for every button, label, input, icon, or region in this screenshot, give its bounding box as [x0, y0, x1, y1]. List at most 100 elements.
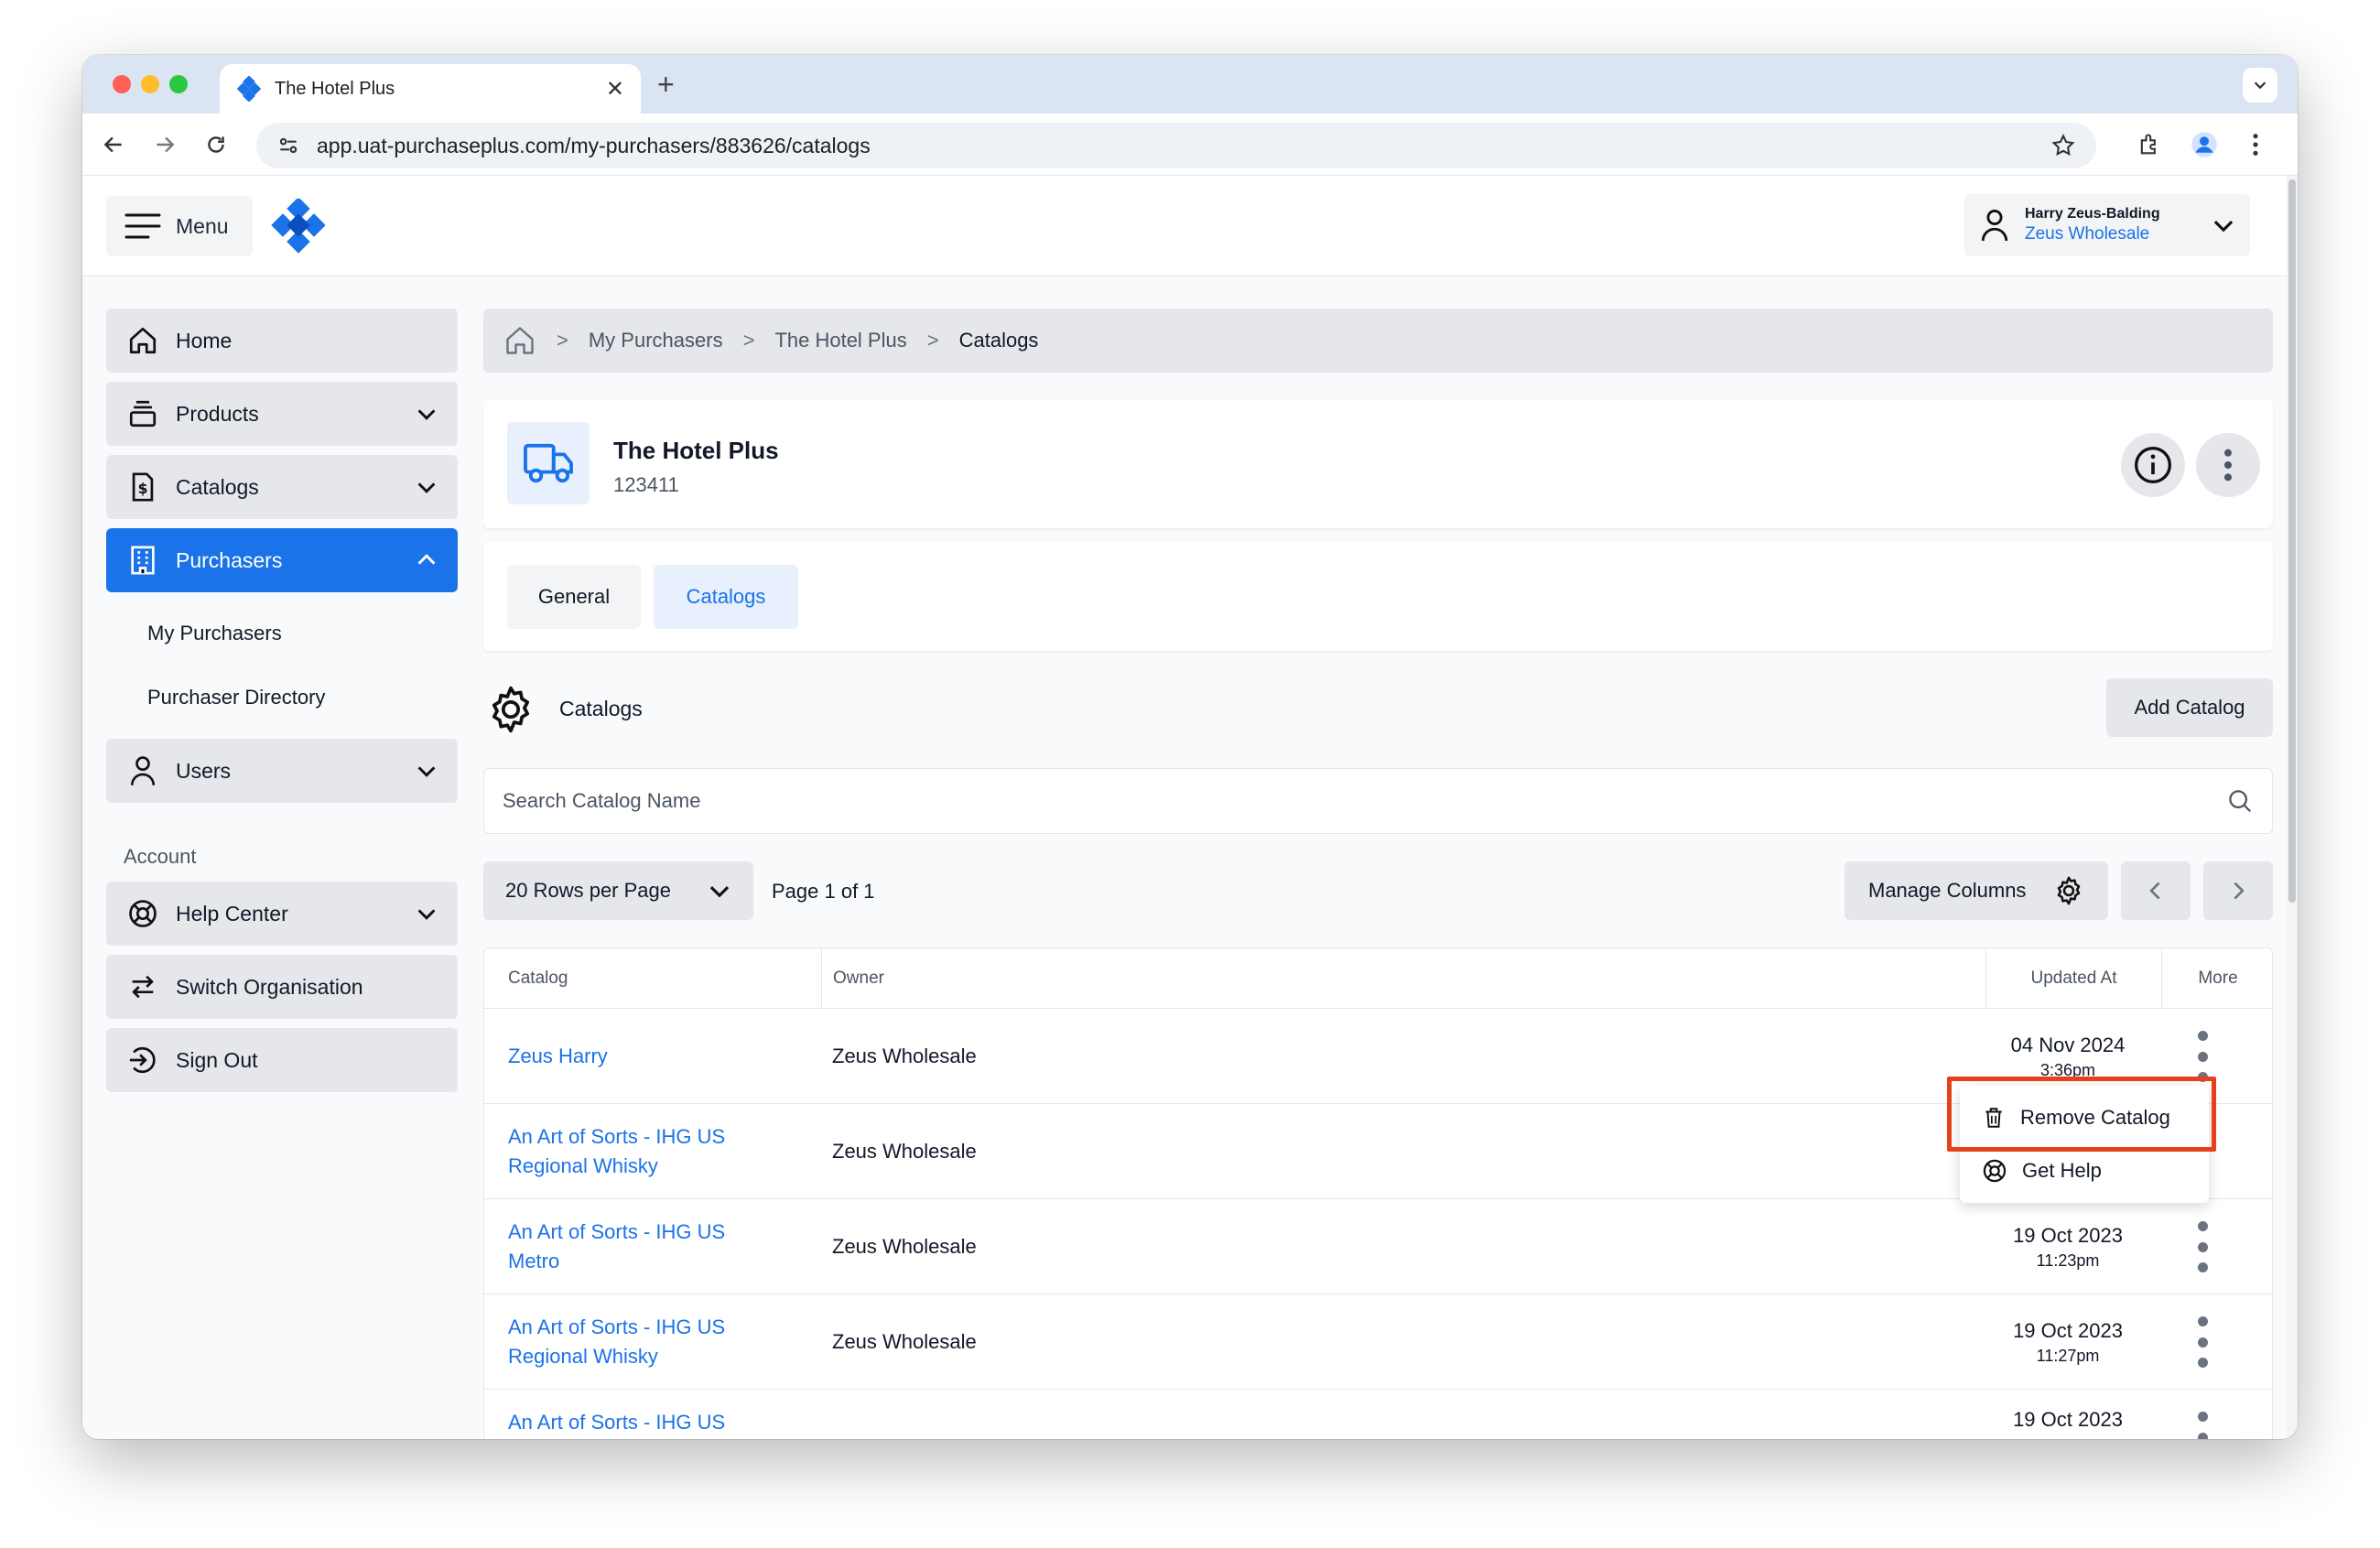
updated-time: 3:36pm	[2039, 1060, 2096, 1079]
site-settings-icon[interactable]	[276, 134, 300, 157]
new-tab-icon[interactable]: +	[657, 68, 675, 102]
row-more-icon[interactable]	[2189, 1221, 2216, 1272]
tab-catalogs[interactable]: Catalogs	[654, 565, 798, 629]
column-header-catalog[interactable]: Catalog	[508, 948, 568, 1009]
gear-icon	[2057, 876, 2081, 905]
extensions-icon[interactable]	[2135, 130, 2164, 159]
get-help-menu-item[interactable]: Get Help	[1960, 1144, 2209, 1197]
sidebar-item-sign-out[interactable]: Sign Out	[106, 1028, 458, 1092]
back-icon[interactable]	[99, 130, 128, 159]
column-header-owner[interactable]: Owner	[821, 948, 884, 1009]
rows-per-page-select[interactable]: 20 Rows per Page	[483, 861, 753, 920]
manage-columns-button[interactable]: Manage Columns	[1844, 861, 2108, 920]
page-scrollbar[interactable]	[2287, 176, 2298, 1439]
user-icon	[130, 756, 156, 785]
profile-avatar-icon[interactable]	[2190, 130, 2219, 159]
sidebar-item-help-center[interactable]: Help Center	[106, 882, 458, 946]
sidebar-subitem-purchaser-directory[interactable]: Purchaser Directory	[106, 666, 458, 730]
user-organisation: Zeus Wholesale	[2025, 224, 2150, 244]
home-icon[interactable]	[503, 324, 536, 357]
supplier-code: 123411	[613, 473, 679, 496]
chevron-right-icon: >	[557, 329, 568, 352]
sidebar-item-label: Sign Out	[176, 1047, 258, 1072]
tab-close-icon[interactable]: ✕	[606, 76, 624, 103]
row-more-icon[interactable]	[2189, 1031, 2216, 1082]
updated-date: 04 Nov 2024	[2010, 1033, 2126, 1056]
sidebar-item-home[interactable]: Home	[106, 309, 458, 373]
maximize-window-button[interactable]	[169, 75, 188, 93]
remove-catalog-menu-item[interactable]: Remove Catalog	[1960, 1091, 2209, 1144]
updated-date: 19 Oct 2023	[2013, 1408, 2123, 1431]
updated-at-cell: 19 Oct 2023 11:27pm	[1985, 1294, 2150, 1390]
user-name: Harry Zeus-Balding	[2025, 206, 2160, 222]
section-title: Catalogs	[559, 697, 643, 720]
bookmark-star-icon[interactable]	[2050, 133, 2076, 158]
browser-window: The Hotel Plus ✕ + app.uat-purchaseplus.…	[82, 55, 2298, 1439]
updated-at-cell: 19 Oct 2023 11:23pm	[1985, 1199, 2150, 1294]
column-header-more: More	[2161, 948, 2272, 1009]
sidebar-item-label: Home	[176, 328, 233, 352]
catalog-link[interactable]: An Art of Sorts - IHG US	[508, 1390, 774, 1439]
updated-time: 11:23pm	[2036, 1250, 2100, 1270]
chevron-down-icon	[417, 766, 436, 777]
user-menu-button[interactable]: Harry Zeus-Balding Zeus Wholesale	[1964, 194, 2250, 256]
menu-label: Menu	[176, 213, 229, 238]
tab-strip: The Hotel Plus ✕ +	[82, 55, 2298, 114]
reload-icon[interactable]	[201, 130, 231, 159]
tab-general[interactable]: General	[507, 565, 641, 629]
row-more-icon[interactable]	[2189, 1412, 2216, 1439]
browser-menu-icon[interactable]	[2241, 130, 2270, 159]
chevron-down-icon	[2254, 81, 2266, 90]
sidebar-item-label: Switch Organisation	[176, 974, 363, 999]
sidebar-item-purchasers[interactable]: Purchasers	[106, 528, 458, 592]
truck-icon	[524, 443, 573, 483]
updated-at-cell: 19 Oct 2023	[1985, 1390, 2150, 1439]
forward-icon[interactable]	[150, 130, 179, 159]
info-icon	[2135, 447, 2171, 483]
catalog-link[interactable]: An Art of Sorts - IHG US Regional Whisky	[508, 1104, 774, 1199]
close-window-button[interactable]	[113, 75, 131, 93]
browser-tab[interactable]: The Hotel Plus ✕	[220, 64, 641, 114]
breadcrumb-my-purchasers[interactable]: My Purchasers	[589, 329, 723, 352]
supplier-name: The Hotel Plus	[613, 437, 779, 464]
tab-search-button[interactable]	[2243, 68, 2277, 103]
sidebar-item-catalogs[interactable]: $ Catalogs	[106, 455, 458, 519]
app-content: Menu Harry Zeus-Balding Zeus Wholesale H…	[82, 176, 2287, 1439]
minimize-window-button[interactable]	[141, 75, 159, 93]
previous-page-button[interactable]	[2121, 861, 2191, 920]
sidebar-item-switch-organisation[interactable]: Switch Organisation	[106, 955, 458, 1019]
table-row: An Art of Sorts - IHG US Regional Whisky…	[484, 1294, 2272, 1390]
home-icon	[129, 327, 157, 354]
info-button[interactable]	[2121, 433, 2185, 497]
remove-catalog-label: Remove Catalog	[2020, 1106, 2170, 1129]
search-icon[interactable]	[2226, 787, 2254, 815]
chevron-down-icon	[2213, 220, 2234, 233]
purchaseplus-logo-icon[interactable]	[270, 199, 325, 254]
sidebar-item-users[interactable]: Users	[106, 739, 458, 803]
catalogs-section-header: Catalogs Add Catalog	[483, 677, 2273, 741]
app-header: Menu Harry Zeus-Balding Zeus Wholesale	[82, 176, 2287, 276]
sidebar: Home Products $ Catalogs Purchasers My P…	[106, 309, 458, 1101]
address-bar[interactable]: app.uat-purchaseplus.com/my-purchasers/8…	[256, 123, 2096, 168]
catalog-link[interactable]: Zeus Harry	[508, 1009, 774, 1104]
favicon-icon	[236, 76, 262, 102]
catalog-link[interactable]: An Art of Sorts - IHG US Regional Whisky	[508, 1294, 774, 1390]
sidebar-item-label: Purchasers	[176, 547, 283, 572]
chevron-down-icon	[417, 482, 436, 493]
menu-button[interactable]: Menu	[106, 196, 253, 256]
sidebar-item-products[interactable]: Products	[106, 382, 458, 446]
add-catalog-button[interactable]: Add Catalog	[2106, 678, 2273, 737]
sidebar-subitem-my-purchasers[interactable]: My Purchasers	[106, 601, 458, 666]
browser-toolbar: app.uat-purchaseplus.com/my-purchasers/8…	[82, 114, 2298, 176]
breadcrumb-the-hotel-plus[interactable]: The Hotel Plus	[774, 329, 906, 352]
products-icon	[129, 400, 157, 428]
column-header-updated-at[interactable]: Updated At	[1985, 948, 2161, 1009]
catalogs-icon: $	[132, 472, 154, 502]
more-options-button[interactable]	[2196, 433, 2260, 497]
hamburger-icon	[124, 213, 161, 239]
scrollbar-thumb[interactable]	[2288, 179, 2296, 903]
catalog-link[interactable]: An Art of Sorts - IHG US Metro	[508, 1199, 774, 1294]
row-more-icon[interactable]	[2189, 1316, 2216, 1368]
search-input[interactable]	[503, 789, 2226, 813]
next-page-button[interactable]	[2203, 861, 2273, 920]
